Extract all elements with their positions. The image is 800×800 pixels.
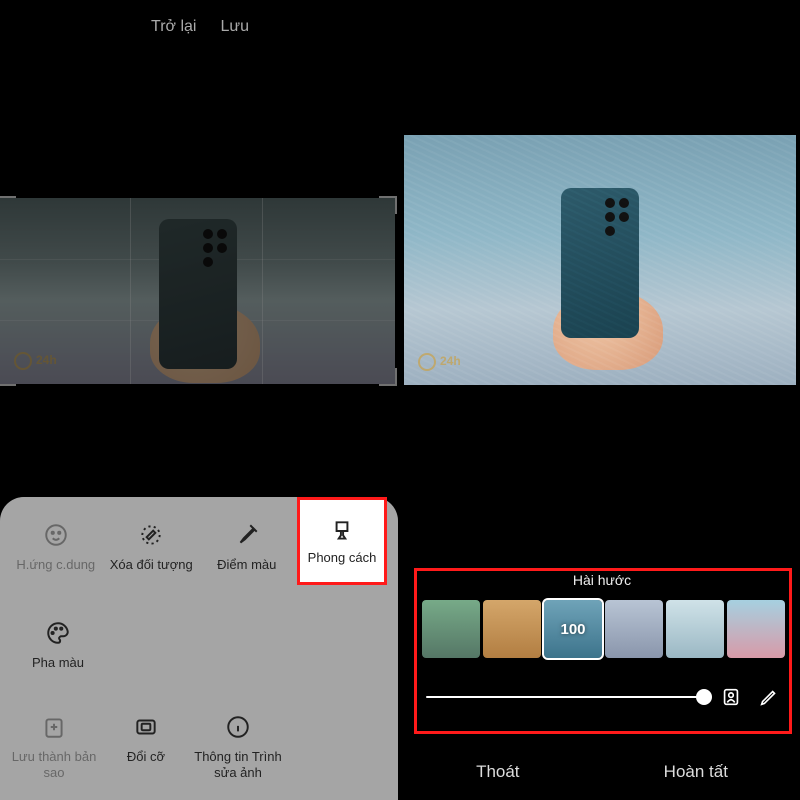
crop-handle-br[interactable] — [379, 368, 397, 386]
watermark: 24h — [418, 353, 461, 371]
style-thumb[interactable] — [422, 600, 480, 658]
crop-handle-bl[interactable] — [0, 368, 16, 386]
top-bar: Trở lại Lưu — [0, 18, 400, 36]
style-panel: Hài hước 100 Thoát Hoàn tất — [404, 568, 800, 800]
watermark: 24h — [14, 352, 57, 370]
crop-grid — [0, 259, 395, 320]
edit-icon[interactable] — [758, 686, 780, 708]
save-button[interactable]: Lưu — [220, 18, 249, 36]
style-thumb-selected[interactable]: 100 — [544, 600, 602, 658]
tool-panel: H.ứng c.dung Xóa đối tượng Điểm màu Pha … — [0, 497, 398, 800]
image-hand — [150, 303, 260, 383]
preview-styled: 24h — [404, 135, 796, 385]
style-title: Hài hước — [404, 572, 800, 588]
style-thumb[interactable] — [666, 600, 724, 658]
portrait-icon[interactable] — [720, 686, 742, 708]
style-thumb[interactable] — [727, 600, 785, 658]
style-overlay — [404, 135, 796, 385]
exit-button[interactable]: Thoát — [476, 762, 519, 782]
crop-handle-tr[interactable] — [379, 196, 397, 214]
style-thumb[interactable] — [483, 600, 541, 658]
style-thumb[interactable] — [605, 600, 663, 658]
back-button[interactable]: Trở lại — [151, 18, 196, 36]
panel-dimmer — [0, 497, 398, 800]
preview-original[interactable]: 24h — [0, 198, 395, 384]
done-button[interactable]: Hoàn tất — [664, 762, 728, 782]
intensity-value: 100 — [544, 600, 602, 658]
crop-handle-tl[interactable] — [0, 196, 16, 214]
slider-knob[interactable] — [696, 689, 712, 705]
style-thumbnails: 100 — [422, 600, 788, 658]
image-phone — [159, 219, 237, 369]
intensity-slider[interactable] — [426, 696, 704, 698]
